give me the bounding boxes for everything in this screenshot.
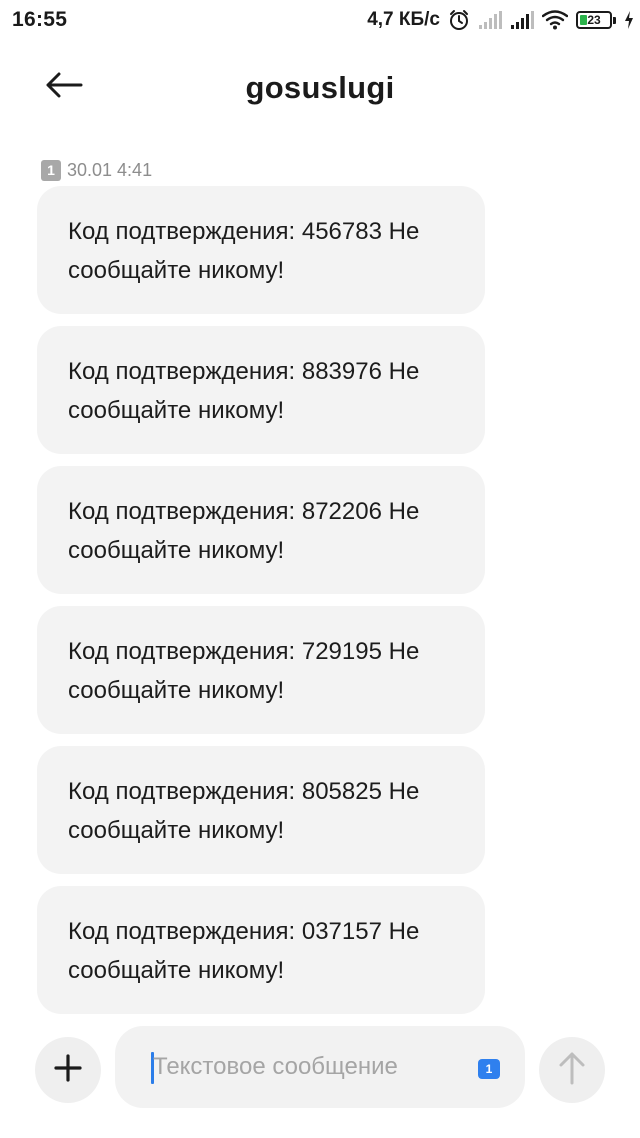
sim-badge: 1: [41, 159, 61, 181]
conversation-header: gosuslugi: [0, 48, 640, 130]
message-timestamp: 30.01 4:41: [67, 159, 153, 180]
battery-icon: 23: [576, 11, 616, 29]
status-icons: 4,7 КБ/с 23: [367, 8, 634, 32]
message-text: Код подтверждения: 872206 Не сообщайте н…: [68, 498, 420, 564]
message-text: Код подтверждения: 729195 Не сообщайте н…: [68, 638, 420, 704]
message-bubble[interactable]: Код подтверждения: 883976 Не сообщайте н…: [37, 326, 485, 454]
message-meta: 1 30.01 4:41: [41, 159, 152, 181]
message-text: Код подтверждения: 037157 Не сообщайте н…: [68, 918, 420, 984]
compose-bar: 1: [0, 1026, 640, 1112]
message-bubble[interactable]: Код подтверждения: 805825 Не сообщайте н…: [37, 746, 485, 874]
battery-level: 23: [587, 13, 601, 27]
message-bubble[interactable]: Код подтверждения: 456783 Не сообщайте н…: [37, 186, 485, 314]
alarm-icon: [448, 9, 470, 31]
message-text: Код подтверждения: 456783 Не сообщайте н…: [68, 218, 420, 284]
sim-select-button[interactable]: 1: [478, 1059, 500, 1079]
message-input-box[interactable]: 1: [115, 1026, 525, 1108]
status-time: 16:55: [12, 8, 68, 31]
attach-button[interactable]: [35, 1037, 101, 1103]
signal-icon: [478, 10, 502, 30]
message-text: Код подтверждения: 805825 Не сообщайте н…: [68, 778, 420, 844]
message-input[interactable]: [153, 1047, 453, 1087]
message-bubble[interactable]: Код подтверждения: 729195 Не сообщайте н…: [37, 606, 485, 734]
message-list: Код подтверждения: 456783 Не сообщайте н…: [37, 186, 485, 1014]
arrow-up-icon: [557, 1051, 587, 1090]
plus-icon: [53, 1053, 83, 1088]
message-text: Код подтверждения: 883976 Не сообщайте н…: [68, 358, 420, 424]
conversation-title: gosuslugi: [245, 70, 395, 105]
status-bar: 16:55 4,7 КБ/с 23: [0, 0, 640, 42]
signal-icon: [510, 10, 534, 30]
message-bubble[interactable]: Код подтверждения: 037157 Не сообщайте н…: [37, 886, 485, 1014]
wifi-icon: [542, 10, 568, 30]
message-bubble[interactable]: Код подтверждения: 872206 Не сообщайте н…: [37, 466, 485, 594]
charging-icon: [624, 10, 634, 30]
network-speed: 4,7 КБ/с: [367, 9, 440, 30]
send-button[interactable]: [539, 1037, 605, 1103]
